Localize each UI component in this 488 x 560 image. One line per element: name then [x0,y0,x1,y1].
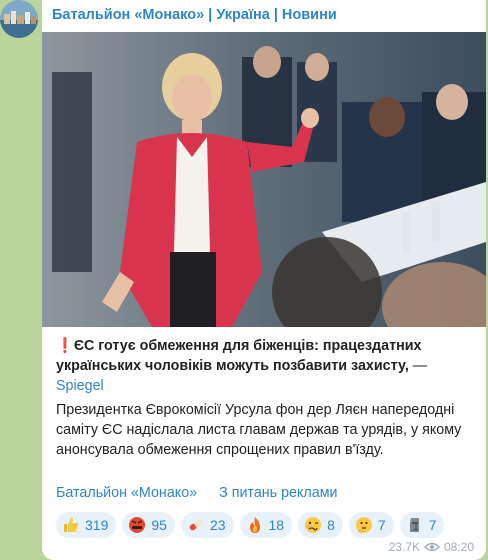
moai-icon [409,518,419,532]
message-time: 08:20 [443,540,474,554]
message-meta: 23.7K 08:20 [389,540,474,554]
headline-text: ЄС готує обмеження для біженців: працезд… [56,338,422,374]
views-count: 23.7K [388,540,420,554]
reaction-count: 8 [327,517,335,533]
reaction-count: 7 [377,517,386,533]
post-headline: ❗ЄС готує обмеження для біженців: працез… [56,336,476,396]
ads-link[interactable]: З питань реклами [219,485,337,501]
reaction-count: 18 [268,517,285,533]
channel-link[interactable]: Батальйон «Монако» [56,485,197,501]
reaction-count: 7 [428,517,437,533]
post-photo[interactable] [42,32,486,327]
thumbs-up-icon [64,517,79,532]
source-link[interactable]: Spiegel [56,378,104,394]
headline-dash: — [408,358,428,374]
reaction-moai[interactable]: 7 [399,512,445,538]
reaction-thinking[interactable]: 7 [348,512,394,538]
thinking-face-icon [355,517,372,533]
exclamation-icon: ❗ [56,338,74,354]
reaction-angry[interactable]: 95 [122,512,175,538]
reaction-fire[interactable]: 18 [239,512,293,538]
reaction-count: 95 [151,517,167,533]
reaction-count: 23 [209,517,226,533]
reaction-thumbs-up[interactable]: 319 [56,512,117,538]
eye-icon [423,542,440,552]
pill-icon [189,519,203,531]
post-body: Президентка Єврокомісії Урсула фон дер Л… [56,402,462,458]
angry-face-icon [129,517,146,533]
fire-icon [249,517,260,533]
message-bubble: Батальйон «Монако» | Україна | Новини ❗Є… [42,0,486,560]
reaction-pill[interactable]: 23 [180,512,234,538]
reaction-woozy[interactable]: 8 [298,512,343,538]
channel-avatar[interactable] [0,0,38,38]
channel-title[interactable]: Батальйон «Монако» | Україна | Новини [52,7,337,23]
reactions-bar: 319 95 23 18 8 7 7 [56,512,445,538]
woozy-face-icon [305,517,322,533]
reaction-count: 319 [85,517,109,533]
footer-links: Батальйон «Монако» З питань реклами [56,485,338,501]
